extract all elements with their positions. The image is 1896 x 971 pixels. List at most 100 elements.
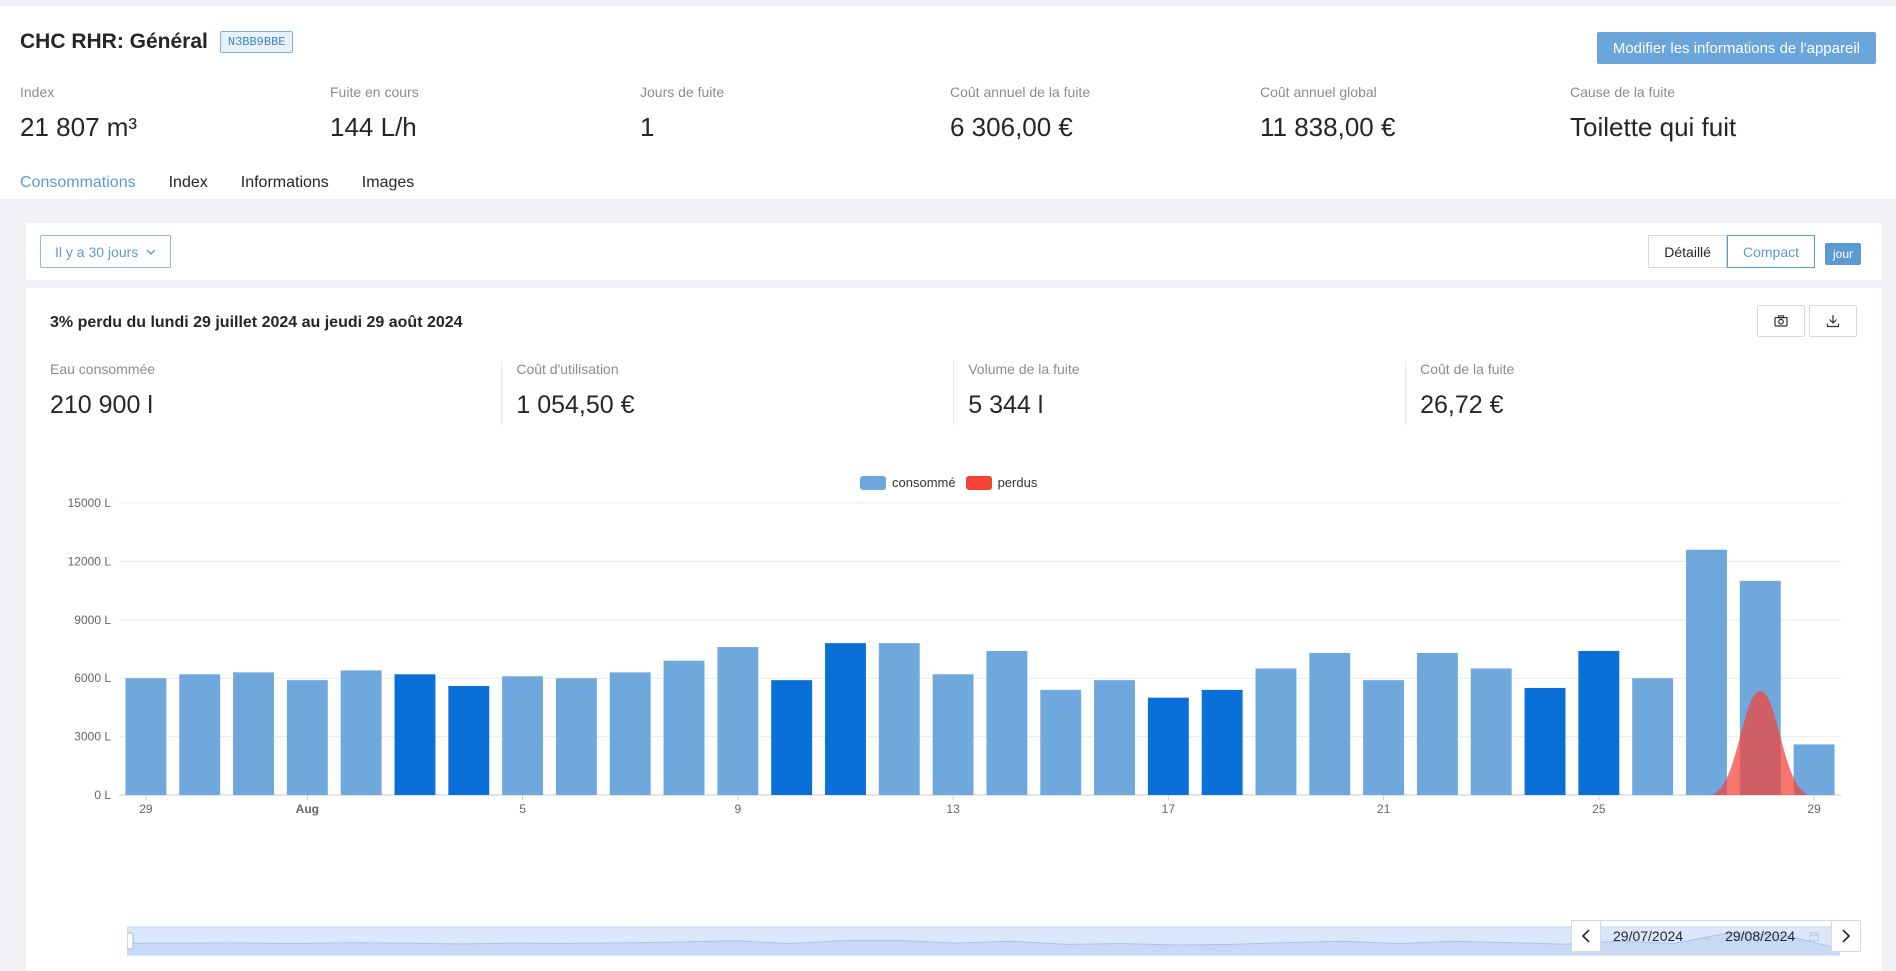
bar-consumed[interactable] <box>1201 689 1243 795</box>
metric-label: Coût d'utilisation <box>516 361 619 377</box>
stat-leak-cause: Cause de la fuite Toilette qui fuit <box>1570 84 1880 143</box>
x-tick-label: Aug <box>296 802 319 816</box>
end-date[interactable]: 29/08/2024 <box>1725 928 1795 944</box>
stat-value: Toilette qui fuit <box>1570 112 1737 142</box>
bar-consumed[interactable] <box>663 660 705 795</box>
metric-leak-cost: Coût de la fuite 26,72 € <box>1405 361 1857 425</box>
bar-consumed[interactable] <box>986 650 1028 795</box>
x-tick-label: 29 <box>1807 802 1821 816</box>
screenshot-button[interactable] <box>1757 305 1805 337</box>
slider-handle-left[interactable] <box>127 932 134 950</box>
bar-consumed[interactable] <box>1632 678 1674 795</box>
x-tick-label: 13 <box>946 802 960 816</box>
title-row: CHC RHR: Général N3BB9BBE <box>20 30 294 54</box>
download-icon <box>1826 315 1840 328</box>
start-date[interactable]: 29/07/2024 <box>1613 928 1683 944</box>
x-tick-label: 5 <box>519 802 526 816</box>
bar-consumed[interactable] <box>1793 744 1835 795</box>
bar-consumed[interactable] <box>1147 697 1189 795</box>
y-tick-label: 9000 L <box>74 613 111 627</box>
bar-consumed[interactable] <box>1040 689 1082 795</box>
metric-label: Volume de la fuite <box>968 361 1080 377</box>
x-tick-label: 21 <box>1377 802 1391 816</box>
bar-consumed[interactable] <box>1363 680 1405 795</box>
y-tick-label: 15000 L <box>68 496 112 510</box>
stat-annual-global-cost: Coût annuel global 11 838,00 € <box>1260 84 1570 143</box>
y-tick-label: 3000 L <box>74 730 111 744</box>
bar-consumed[interactable] <box>1094 680 1135 795</box>
bar-consumed[interactable] <box>932 674 974 795</box>
bar-consumed[interactable] <box>555 678 597 795</box>
x-tick-label: 17 <box>1162 802 1176 816</box>
summary-title: 3% perdu du lundi 29 juillet 2024 au jeu… <box>50 314 463 331</box>
stats-row: Index 21 807 m³ Fuite en cours 144 L/h J… <box>20 84 1880 143</box>
metric-usage-cost: Coût d'utilisation 1 054,50 € <box>501 361 953 425</box>
bar-consumed[interactable] <box>233 672 274 795</box>
bar-consumed[interactable] <box>878 643 920 795</box>
date-range-input[interactable]: 29/07/2024 → 29/08/2024 <box>1601 920 1831 952</box>
bar-consumed[interactable] <box>1578 650 1620 795</box>
metric-label: Coût de la fuite <box>1420 361 1515 377</box>
bar-consumed[interactable] <box>394 674 436 795</box>
stat-annual-leak-cost: Coût annuel de la fuite 6 306,00 € <box>950 84 1260 143</box>
chevron-left-icon <box>1581 929 1590 943</box>
calendar-icon <box>1809 931 1819 941</box>
page-title: CHC RHR: Général <box>20 30 208 53</box>
stat-value: 6 306,00 € <box>950 112 1073 142</box>
main-content: Il y a 30 jours Détaillé Compact jour 3%… <box>6 199 1896 971</box>
stat-index: Index 21 807 m³ <box>20 84 330 143</box>
view-toggle: Détaillé Compact <box>1648 235 1815 268</box>
y-tick-label: 0 L <box>94 788 111 802</box>
previous-period-button[interactable] <box>1571 920 1601 952</box>
stat-label: Fuite en cours <box>330 84 419 100</box>
consumption-chart: 0 L 3000 L 6000 L 9000 L 12000 L 15000 L 29 Aug… <box>68 496 1841 816</box>
y-tick-label: 6000 L <box>74 671 111 685</box>
stat-leak-days: Jours de fuite 1 <box>640 84 950 143</box>
device-header: CHC RHR: Général N3BB9BBE Modifier les i… <box>0 0 1896 204</box>
bar-consumed[interactable] <box>1524 687 1566 795</box>
bar-consumed[interactable] <box>502 676 544 795</box>
stat-label: Jours de fuite <box>640 84 725 100</box>
bar-consumed[interactable] <box>1470 668 1512 795</box>
metric-water-consumed: Eau consommée 210 900 l <box>50 361 501 425</box>
metric-value: 26,72 € <box>1420 391 1504 419</box>
metric-leak-volume: Volume de la fuite 5 344 l <box>953 361 1405 425</box>
bar-consumed[interactable] <box>286 680 328 795</box>
stat-label: Index <box>20 84 55 100</box>
period-select[interactable]: Il y a 30 jours <box>40 235 172 268</box>
bar-consumed[interactable] <box>1309 652 1351 795</box>
stat-label: Cause de la fuite <box>1570 84 1676 100</box>
bar-consumed[interactable] <box>771 680 813 795</box>
stat-value: 11 838,00 € <box>1260 112 1396 142</box>
bar-consumed[interactable] <box>717 647 759 795</box>
x-tick-label: 25 <box>1592 802 1606 816</box>
date-range-picker: 29/07/2024 → 29/08/2024 <box>1571 920 1861 952</box>
bar-consumed[interactable] <box>179 674 221 795</box>
bar-consumed[interactable] <box>125 678 167 795</box>
camera-icon <box>1774 315 1788 327</box>
edit-device-button[interactable]: Modifier les informations de l'appareil <box>1596 32 1876 64</box>
bar-consumed[interactable] <box>609 672 651 795</box>
chevron-down-icon <box>146 249 156 255</box>
consumption-panel: 3% perdu du lundi 29 juillet 2024 au jeu… <box>26 288 1881 971</box>
bar-consumed[interactable] <box>1416 652 1458 795</box>
view-detailed-button[interactable]: Détaillé <box>1648 235 1727 268</box>
bar-consumed[interactable] <box>825 643 866 795</box>
bar-consumed[interactable] <box>340 670 382 795</box>
view-compact-button[interactable]: Compact <box>1726 235 1815 268</box>
period-select-value: Il y a 30 jours <box>55 243 139 260</box>
bar-consumed[interactable] <box>1255 668 1297 795</box>
bar-consumed[interactable] <box>1686 549 1727 795</box>
y-tick-label: 12000 L <box>68 554 112 568</box>
x-tick-label: 29 <box>139 802 153 816</box>
granularity-day-button[interactable]: jour <box>1824 243 1861 265</box>
bar-consumed[interactable] <box>448 685 490 795</box>
stat-value: 144 L/h <box>330 112 417 142</box>
metric-value: 210 900 l <box>50 391 153 419</box>
next-period-button[interactable] <box>1831 920 1861 952</box>
stat-current-leak: Fuite en cours 144 L/h <box>330 84 640 143</box>
download-button[interactable] <box>1809 305 1857 337</box>
chart-actions <box>1757 305 1857 337</box>
stat-value: 21 807 m³ <box>20 112 138 142</box>
stat-label: Coût annuel global <box>1260 84 1377 100</box>
